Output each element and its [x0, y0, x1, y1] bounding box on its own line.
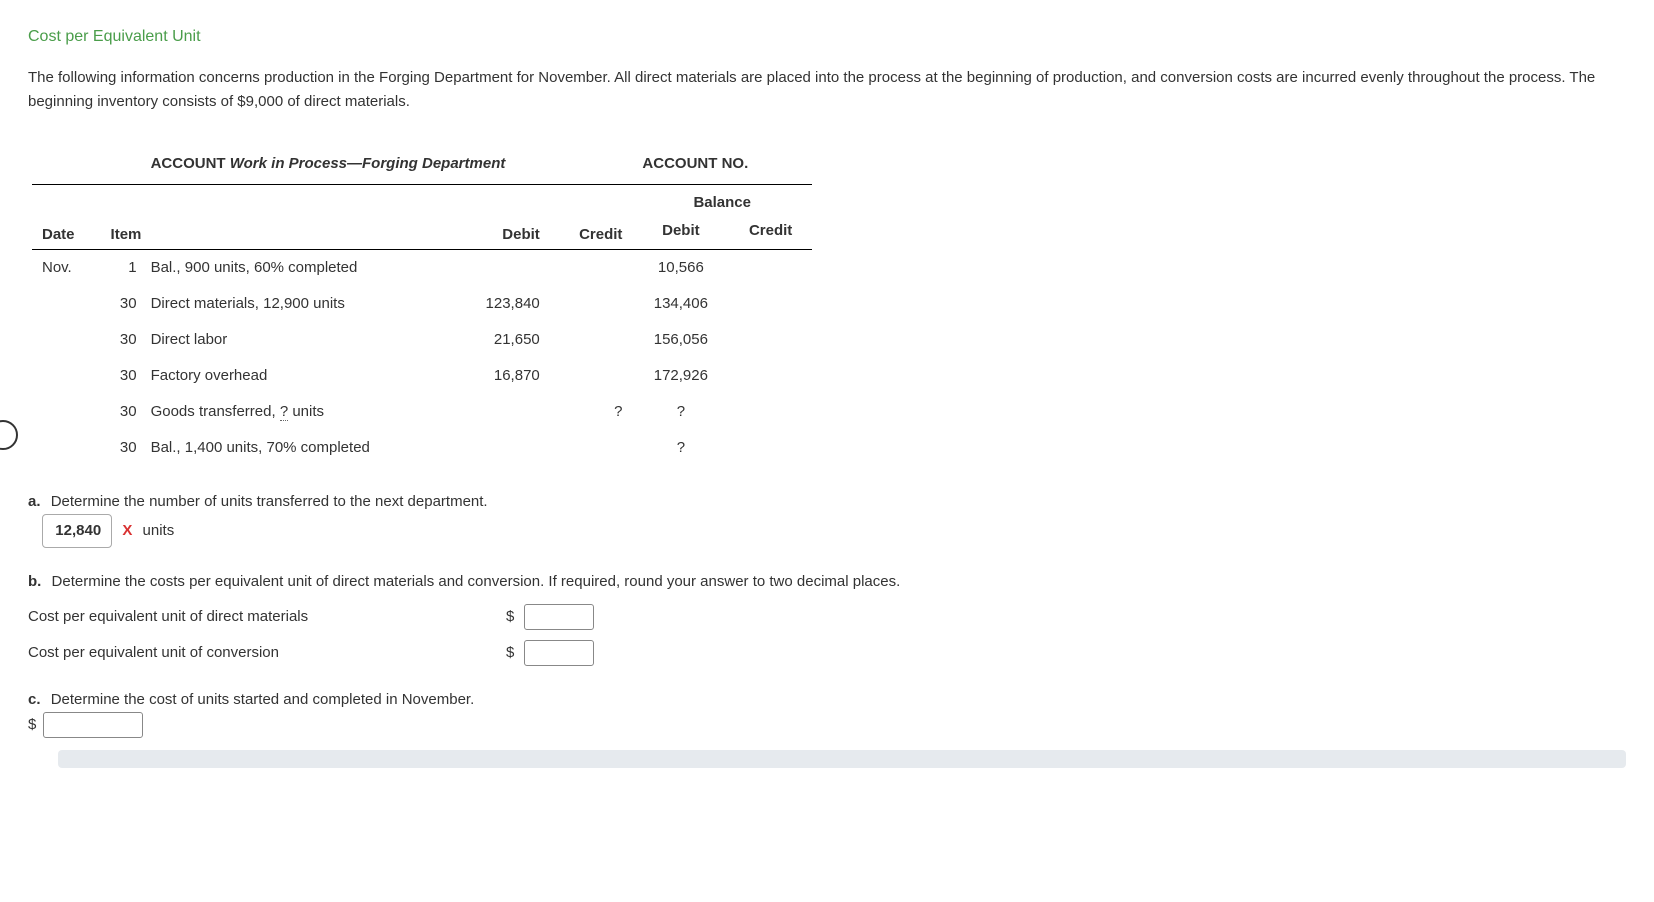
q-b-text: Determine the costs per equivalent unit …	[52, 573, 901, 590]
account-name: Work in Process—Forging Department	[230, 155, 506, 172]
q-c-label: c.	[28, 691, 41, 708]
cost-dm-input[interactable]	[524, 604, 594, 630]
cell-item: Direct materials, 12,900 units	[141, 286, 453, 322]
cell-day: 30	[101, 394, 141, 430]
col-debit: Debit	[453, 184, 550, 249]
cost-conv-row: Cost per equivalent unit of conversion $	[28, 640, 1626, 666]
cell-bal-debit: ?	[632, 394, 729, 430]
cell-bal-credit	[729, 394, 812, 430]
cell-day: 1	[101, 249, 141, 286]
intro-paragraph: The following information concerns produ…	[28, 66, 1626, 114]
col-bal-credit: Credit	[729, 217, 812, 250]
page-title: Cost per Equivalent Unit	[28, 24, 1626, 50]
table-row: 30 Factory overhead 16,870 172,926	[32, 358, 812, 394]
cell-debit	[453, 394, 550, 430]
cell-item: Factory overhead	[141, 358, 453, 394]
q-c-text: Determine the cost of units started and …	[51, 691, 475, 708]
cell-item: Direct labor	[141, 322, 453, 358]
cell-debit: 21,650	[453, 322, 550, 358]
answer-a-unit: units	[143, 522, 175, 539]
cell-bal-debit: 134,406	[632, 286, 729, 322]
col-balance: Balance	[632, 184, 812, 217]
cell-month: Nov.	[32, 249, 101, 286]
answer-a-box[interactable]: 12,840	[42, 514, 112, 548]
cell-item: Bal., 900 units, 60% completed	[141, 249, 453, 286]
cost-conv-input[interactable]	[524, 640, 594, 666]
cell-credit	[550, 430, 633, 466]
cell-bal-debit: 172,926	[632, 358, 729, 394]
dollar-sign: $	[506, 641, 514, 665]
dollar-sign: $	[28, 716, 36, 733]
col-credit: Credit	[550, 184, 633, 249]
col-item: Item	[101, 184, 453, 249]
cell-item: Goods transferred, ? units	[141, 394, 453, 430]
q-a-text: Determine the number of units transferre…	[51, 493, 488, 510]
table-row: 30 Direct materials, 12,900 units 123,84…	[32, 286, 812, 322]
cell-day: 30	[101, 358, 141, 394]
cell-day: 30	[101, 430, 141, 466]
cell-credit	[550, 249, 633, 286]
cell-debit: 123,840	[453, 286, 550, 322]
cell-bal-debit: 156,056	[632, 322, 729, 358]
cell-bal-credit	[729, 358, 812, 394]
cell-bal-debit: 10,566	[632, 249, 729, 286]
page-indicator-circle	[0, 420, 18, 450]
question-b: b. Determine the costs per equivalent un…	[28, 570, 1626, 666]
col-bal-debit: Debit	[632, 217, 729, 250]
dollar-sign: $	[506, 605, 514, 629]
wrong-icon: X	[122, 522, 132, 539]
cell-credit: ?	[550, 394, 633, 430]
cell-day: 30	[101, 322, 141, 358]
q-b-label: b.	[28, 573, 41, 590]
table-row: 30 Direct labor 21,650 156,056	[32, 322, 812, 358]
account-header-row: ACCOUNT Work in Process—Forging Departme…	[32, 142, 812, 185]
question-c: c. Determine the cost of units started a…	[28, 688, 1626, 738]
cost-dm-row: Cost per equivalent unit of direct mater…	[28, 604, 1626, 630]
ledger-table: ACCOUNT Work in Process—Forging Departme…	[32, 142, 812, 466]
account-no-label: ACCOUNT NO.	[632, 142, 812, 185]
col-date: Date	[32, 184, 101, 249]
cell-item: Bal., 1,400 units, 70% completed	[141, 430, 453, 466]
table-row: 30 Bal., 1,400 units, 70% completed ?	[32, 430, 812, 466]
table-row: Nov. 1 Bal., 900 units, 60% completed 10…	[32, 249, 812, 286]
question-a: a. Determine the number of units transfe…	[28, 490, 1626, 548]
cost-dm-label: Cost per equivalent unit of direct mater…	[28, 605, 498, 629]
cell-bal-credit	[729, 286, 812, 322]
cell-bal-debit: ?	[632, 430, 729, 466]
cell-bal-credit	[729, 430, 812, 466]
cell-day: 30	[101, 286, 141, 322]
cell-bal-credit	[729, 322, 812, 358]
cost-conv-label: Cost per equivalent unit of conversion	[28, 641, 498, 665]
cell-debit	[453, 430, 550, 466]
cell-debit: 16,870	[453, 358, 550, 394]
account-label: ACCOUNT	[151, 155, 226, 172]
cell-credit	[550, 286, 633, 322]
cell-bal-credit	[729, 249, 812, 286]
q-a-label: a.	[28, 493, 41, 510]
cell-credit	[550, 358, 633, 394]
cell-credit	[550, 322, 633, 358]
footer-scrollbar[interactable]	[58, 750, 1626, 768]
table-row: 30 Goods transferred, ? units ? ?	[32, 394, 812, 430]
cell-debit	[453, 249, 550, 286]
cost-started-input[interactable]	[43, 712, 143, 738]
questions-block: a. Determine the number of units transfe…	[28, 490, 1626, 738]
